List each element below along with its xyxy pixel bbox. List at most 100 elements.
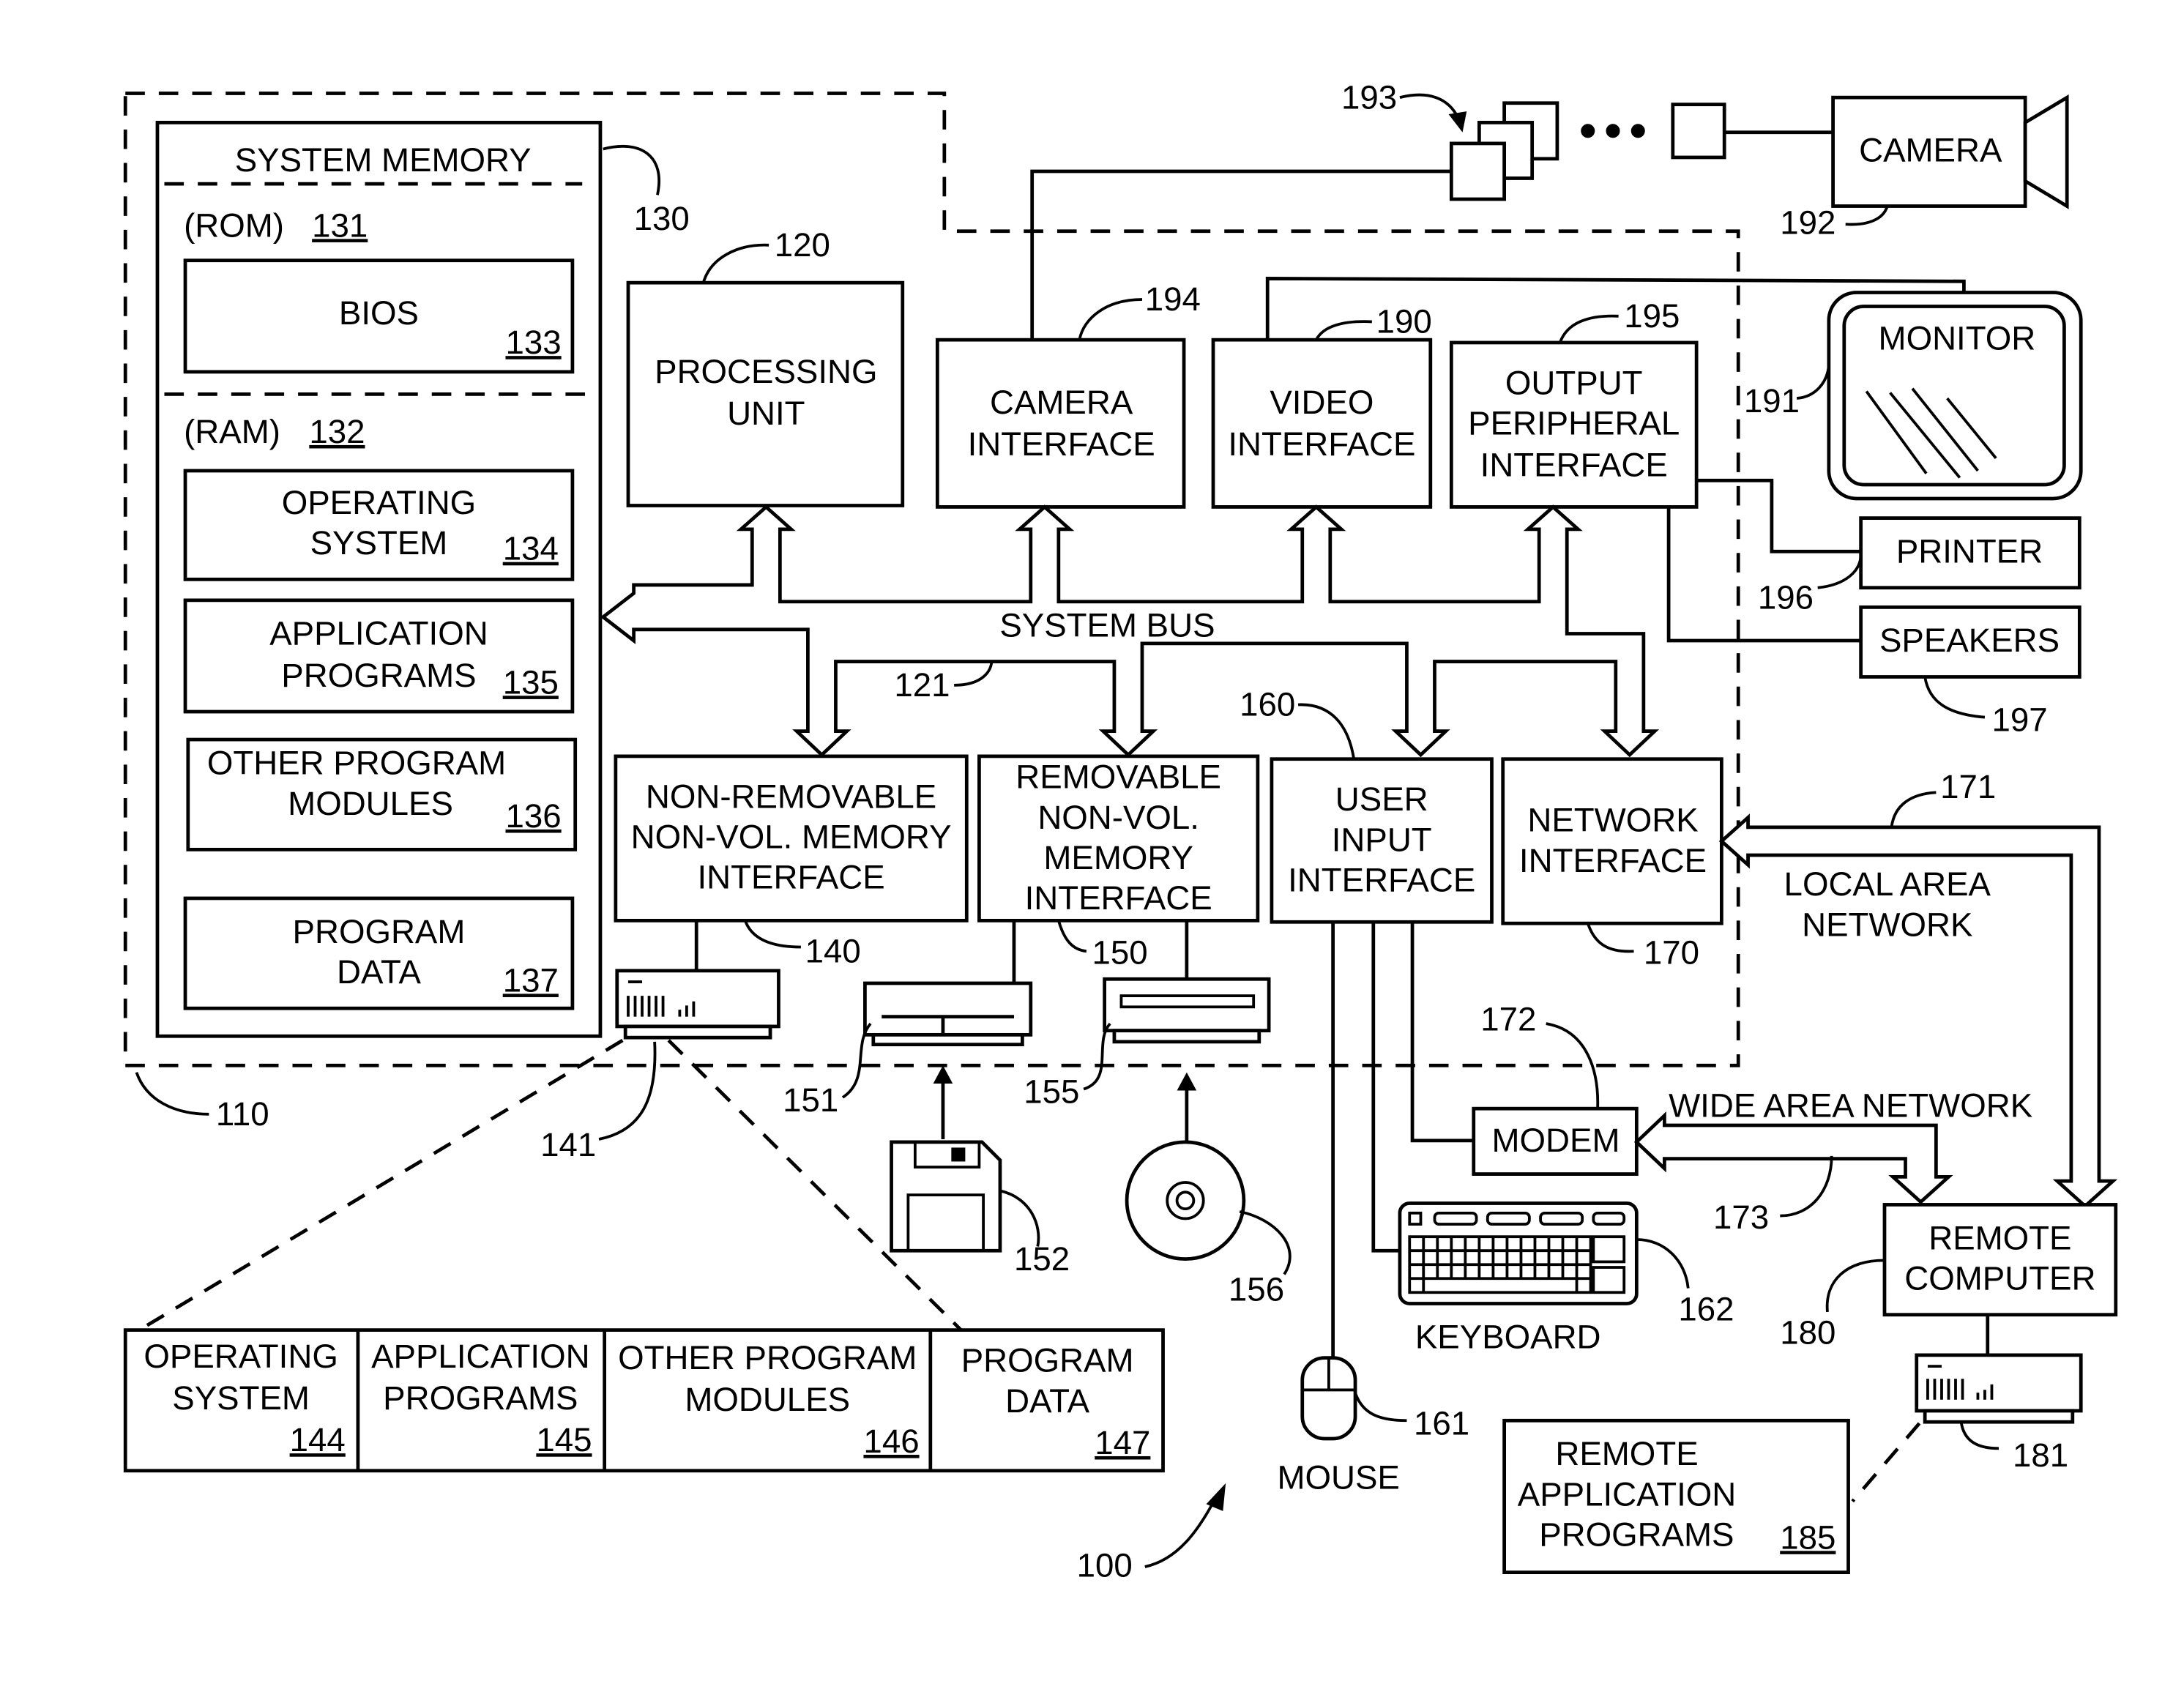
remote-apps-line3: PROGRAMS bbox=[1539, 1516, 1734, 1553]
printer-label: PRINTER bbox=[1896, 533, 2043, 570]
rom-label: (ROM) bbox=[184, 206, 284, 244]
processing-unit-line1: PROCESSING bbox=[655, 353, 877, 390]
ref-leader-141 bbox=[598, 1041, 657, 1141]
ref-130: 130 bbox=[634, 200, 690, 237]
remote-computer-line2: COMPUTER bbox=[1904, 1259, 2095, 1297]
netif-line1: NETWORK bbox=[1527, 802, 1698, 839]
ref-leader-130 bbox=[603, 145, 660, 195]
output-line3: INTERFACE bbox=[1480, 447, 1668, 484]
disk-os-line2: SYSTEM bbox=[172, 1379, 310, 1417]
remote-computer-line1: REMOTE bbox=[1928, 1219, 2071, 1256]
remote-apps-ref: 185 bbox=[1780, 1518, 1835, 1556]
ref-190: 190 bbox=[1376, 303, 1432, 340]
apps-ref: 135 bbox=[503, 663, 559, 701]
ref-161: 161 bbox=[1414, 1404, 1469, 1442]
ref-leader-156 bbox=[1239, 1210, 1292, 1275]
ref-196: 196 bbox=[1758, 578, 1814, 616]
ref-193-arrowhead bbox=[1448, 111, 1467, 133]
ref-leader-161 bbox=[1354, 1392, 1407, 1423]
lan-line1: LOCAL AREA bbox=[1784, 865, 1991, 903]
ref-leader-120 bbox=[701, 243, 769, 283]
nonrem-line2: NON-VOL. MEMORY bbox=[631, 818, 952, 855]
camera-interface-line2: INTERFACE bbox=[968, 425, 1155, 463]
ref-194: 194 bbox=[1145, 280, 1201, 318]
wan-connection bbox=[1633, 1111, 1953, 1204]
rom-ref: 131 bbox=[312, 206, 368, 244]
system-bus-label: SYSTEM BUS bbox=[999, 606, 1215, 644]
ref-120: 120 bbox=[775, 226, 830, 264]
ref-195: 195 bbox=[1624, 297, 1680, 335]
optical-disk-icon bbox=[1125, 1140, 1246, 1261]
remote-apps-line1: REMOTE bbox=[1555, 1435, 1698, 1472]
ref-152: 152 bbox=[1014, 1240, 1070, 1278]
ref-150: 150 bbox=[1092, 933, 1148, 971]
ram-label: (RAM) bbox=[184, 413, 280, 450]
modem-link bbox=[1410, 922, 1474, 1143]
uii-line3: INTERFACE bbox=[1288, 861, 1475, 898]
progdata-ref: 137 bbox=[503, 961, 559, 999]
disk-modules-line2: MODULES bbox=[685, 1381, 850, 1418]
remote-apps-line2: APPLICATION bbox=[1518, 1475, 1736, 1513]
ref-160: 160 bbox=[1240, 686, 1295, 723]
monitor-label: MONITOR bbox=[1879, 319, 2036, 357]
hard-disk-icon bbox=[615, 969, 780, 1040]
video-interface-box bbox=[1211, 338, 1433, 509]
uii-line1: USER bbox=[1335, 780, 1428, 818]
ref-151: 151 bbox=[783, 1081, 838, 1119]
ref-155: 155 bbox=[1024, 1073, 1079, 1111]
disk-modules-ref: 146 bbox=[863, 1423, 919, 1460]
os-ref: 134 bbox=[503, 530, 559, 567]
keyboard-label: KEYBOARD bbox=[1415, 1318, 1601, 1355]
ref-leader-170 bbox=[1586, 922, 1634, 953]
ref-141: 141 bbox=[540, 1126, 596, 1163]
os-line1: OPERATING bbox=[282, 484, 476, 521]
mouse-label: MOUSE bbox=[1278, 1458, 1400, 1496]
processing-unit-line2: UNIT bbox=[727, 395, 805, 432]
speakers-label: SPEAKERS bbox=[1879, 622, 2060, 659]
bios-label: BIOS bbox=[339, 294, 419, 332]
keyboard-icon bbox=[1398, 1201, 1639, 1305]
ref-leader-160 bbox=[1297, 703, 1356, 760]
ref-193: 193 bbox=[1341, 78, 1397, 116]
ref-leader-173 bbox=[1780, 1155, 1833, 1218]
rem-line1: REMOVABLE bbox=[1015, 758, 1221, 796]
modem-label: MODEM bbox=[1492, 1122, 1620, 1159]
ref-leader-180 bbox=[1825, 1259, 1885, 1313]
ref-leader-194 bbox=[1078, 298, 1142, 340]
ref-100: 100 bbox=[1077, 1546, 1133, 1584]
ref-leader-197 bbox=[1923, 676, 1986, 719]
modules-line2: MODULES bbox=[288, 785, 453, 822]
system-bus: SYSTEM BUS bbox=[600, 504, 1660, 758]
lan-line2: NETWORK bbox=[1802, 906, 1972, 943]
ref-leader-191 bbox=[1796, 365, 1830, 400]
ref-156: 156 bbox=[1229, 1271, 1284, 1308]
apps-line2: PROGRAMS bbox=[281, 657, 476, 694]
modules-ref: 136 bbox=[506, 797, 562, 835]
ref-171: 171 bbox=[1940, 768, 1996, 805]
apps-line1: APPLICATION bbox=[269, 615, 488, 652]
bios-ref: 133 bbox=[506, 324, 562, 361]
disk-os-line1: OPERATING bbox=[144, 1338, 338, 1375]
floppy-disk-icon bbox=[890, 1140, 1002, 1253]
os-line2: SYSTEM bbox=[310, 524, 448, 562]
ref-leader-121 bbox=[954, 660, 994, 687]
progdata-line2: DATA bbox=[337, 953, 422, 991]
ref-172: 172 bbox=[1480, 1001, 1536, 1038]
ref-162: 162 bbox=[1678, 1290, 1734, 1327]
ref-197: 197 bbox=[1991, 701, 2047, 739]
ref-leader-140 bbox=[744, 920, 801, 949]
rem-line3: MEMORY bbox=[1043, 839, 1193, 876]
rem-line2: NON-VOL. bbox=[1037, 799, 1199, 836]
ref-110: 110 bbox=[216, 1095, 269, 1133]
ref-121: 121 bbox=[894, 666, 950, 704]
ref-leader-196 bbox=[1817, 554, 1863, 589]
optical-arrowhead bbox=[1177, 1072, 1197, 1091]
speakers-link bbox=[1666, 507, 1861, 643]
ref-leader-195 bbox=[1558, 314, 1619, 343]
netif-line2: INTERFACE bbox=[1519, 842, 1707, 879]
expand-line-left bbox=[138, 1038, 624, 1332]
ref-leader-190 bbox=[1315, 320, 1372, 341]
mouse-icon bbox=[1300, 1356, 1357, 1441]
ref-170: 170 bbox=[1644, 933, 1699, 971]
disk-progdata-line1: PROGRAM bbox=[961, 1342, 1134, 1379]
